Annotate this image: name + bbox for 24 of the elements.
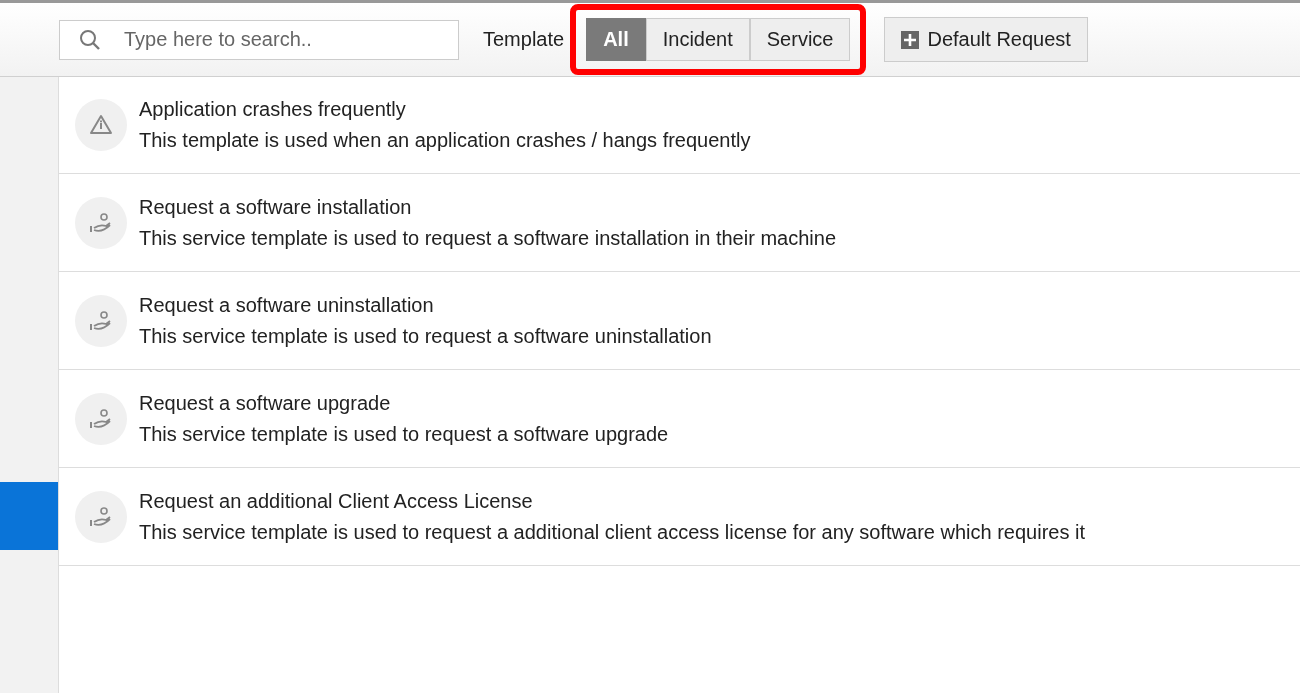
template-row[interactable]: Request a software upgrade This service template is used to request a software upgrade xyxy=(59,370,1300,468)
plus-icon xyxy=(901,30,920,49)
filter-tab[interactable]: Service xyxy=(749,18,851,61)
template-title: Request a software upgrade xyxy=(139,391,392,415)
filter-tab[interactable]: Incident xyxy=(645,18,750,61)
template-row[interactable]: Request a software installation This service template is used to request a software installation in their machine xyxy=(59,174,1300,272)
template-title: Application crashes frequently xyxy=(139,98,407,121)
template-label: Template xyxy=(483,28,565,51)
warning-icon xyxy=(75,99,127,151)
default-request-button[interactable]: Default Request xyxy=(884,17,1088,62)
template-row[interactable]: Request an additional Client Access License This service template is used to request a additional client access license for any software which requires it xyxy=(59,468,1300,566)
template-title: Request a software installation xyxy=(139,195,413,219)
template-title: Request a software uninstallation xyxy=(139,293,435,317)
template-description: This service template is used to request a software upgrade xyxy=(139,422,669,446)
filter-tab[interactable]: All xyxy=(586,18,646,61)
template-title: Request an additional Client Access License xyxy=(139,489,534,513)
sidebar-selection xyxy=(0,482,58,550)
template-row[interactable]: Request a software uninstallation This service template is used to request a software uninstallation xyxy=(59,272,1300,370)
template-description: This service template is used to request a software installation in their machine xyxy=(139,226,836,250)
template-description: This template is used when an application crashes / hangs frequently xyxy=(139,129,751,152)
template-description: This service template is used to request a software uninstallation xyxy=(139,324,712,348)
template-description: This service template is used to request a additional client access license for any software which requires it xyxy=(139,520,1085,544)
search-field[interactable]: Type here to search.. xyxy=(59,19,459,60)
template-row[interactable]: Application crashes frequently This template is used when an application crashes / hangs frequently xyxy=(59,77,1300,174)
